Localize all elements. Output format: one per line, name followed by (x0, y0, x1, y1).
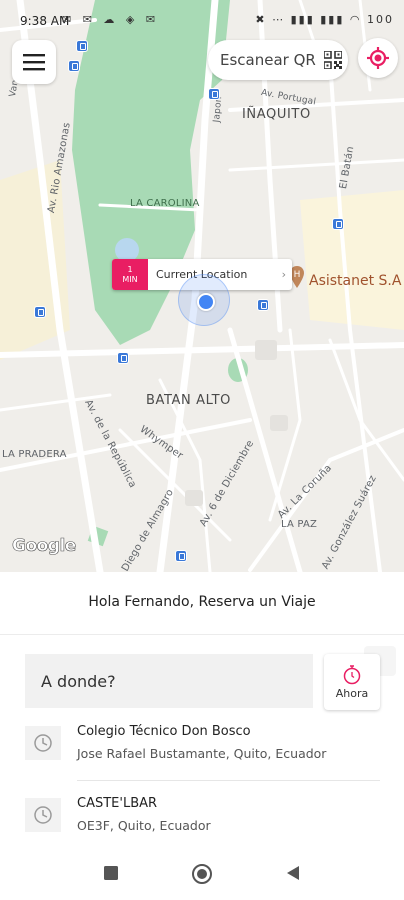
destination-input[interactable]: A donde? (25, 654, 313, 708)
schedule-now-button[interactable]: Ahora (324, 654, 380, 710)
recent-title: Colegio Técnico Don Bosco (77, 724, 251, 739)
divider (0, 634, 404, 635)
recent-address: OE3F, Quito, Ecuador (77, 818, 211, 833)
transit-stop-icon[interactable] (257, 299, 269, 311)
map-label-la-paz: LA PAZ (281, 519, 318, 530)
transit-stop-icon[interactable] (175, 550, 187, 562)
hamburger-icon (23, 54, 45, 71)
now-label: Ahora (335, 686, 369, 700)
booking-sheet: Hola Fernando, Reserva un Viaje A donde?… (0, 572, 404, 847)
recents-icon[interactable] (103, 865, 119, 881)
notification-icons: ✉ ✉ ☁ ◈ ✉ (62, 13, 160, 26)
poi-pin-icon[interactable]: H (290, 266, 304, 288)
my-location-button[interactable] (358, 38, 398, 78)
transit-stop-icon[interactable] (117, 352, 129, 364)
map-label-inaquito: IÑAQUITO (242, 107, 311, 122)
eta-badge: 1 MIN (112, 259, 148, 290)
stopwatch-icon (343, 664, 361, 684)
user-location-marker (178, 274, 230, 326)
transit-stop-icon[interactable] (208, 88, 220, 100)
map-label-la-carolina: LA CAROLINA (130, 198, 200, 209)
recent-destination-item[interactable]: Colegio Técnico Don Bosco Jose Rafael Bu… (25, 722, 380, 788)
home-icon[interactable] (191, 863, 213, 885)
menu-button[interactable] (12, 40, 56, 84)
eta-unit: MIN (122, 274, 138, 284)
history-icon (25, 798, 61, 832)
system-navigation-bar (0, 847, 404, 900)
scan-qr-label: Escanear QR (220, 51, 316, 69)
crosshair-icon (367, 47, 389, 69)
recent-address: Jose Rafael Bustamante, Quito, Ecuador (77, 746, 327, 761)
qr-code-icon (323, 51, 342, 69)
transit-stop-icon[interactable] (68, 60, 80, 72)
svg-text:H: H (294, 270, 301, 280)
transit-stop-icon[interactable] (332, 218, 344, 230)
scan-qr-button[interactable]: Escanear QR (208, 40, 348, 80)
back-icon[interactable] (285, 865, 301, 881)
divider (77, 780, 380, 781)
map-label-la-pradera: LA PRADERA (2, 449, 67, 460)
map-view[interactable]: IÑAQUITO LA CAROLINA BATAN ALTO LA PRADE… (0, 0, 404, 572)
recent-title: CASTE'LBAR (77, 796, 158, 811)
transit-stop-icon[interactable] (34, 306, 46, 318)
map-label-batan-alto: BATAN ALTO (146, 393, 232, 408)
greeting-text: Hola Fernando, Reserva un Viaje (88, 594, 316, 610)
status-bar: 9:38 AM ✉ ✉ ☁ ◈ ✉ ✖ ⋯ ▮▮▮ ▮▮▮ ◠ 100 (0, 0, 404, 44)
history-icon (25, 726, 61, 760)
poi-label[interactable]: Asistanet S.A (309, 273, 401, 289)
system-status-icons: ✖ ⋯ ▮▮▮ ▮▮▮ ◠ 100 (255, 13, 394, 26)
google-attribution: Google (12, 536, 77, 557)
chevron-right-icon: › (281, 268, 286, 281)
eta-number: 1 (127, 264, 133, 274)
